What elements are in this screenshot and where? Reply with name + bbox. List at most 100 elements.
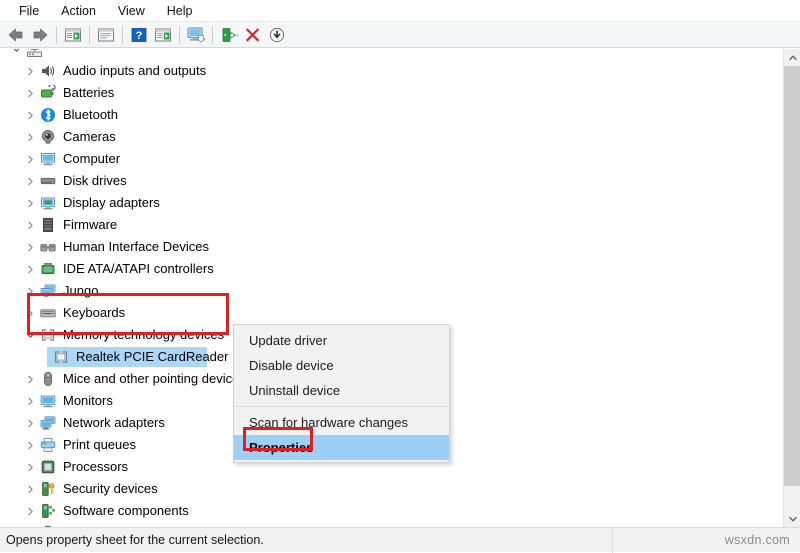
toolbar: ? <box>0 21 800 48</box>
tree-item-ide-ata-atapi-controllers[interactable]: IDE ATA/ATAPI controllers <box>0 258 772 280</box>
chevron-right-icon[interactable] <box>22 368 38 390</box>
tree-item-label: Mice and other pointing devices <box>63 370 246 388</box>
disable-device-icon[interactable] <box>265 23 289 46</box>
chevron-right-icon[interactable] <box>22 236 38 258</box>
tree-item-label: Realtek PCIE CardReader <box>76 348 228 366</box>
tree-item-keyboards[interactable]: Keyboards <box>0 302 772 324</box>
status-bar-right-pane: wsxdn.com <box>612 528 800 553</box>
toolbar-separator <box>122 26 123 44</box>
hid-icon <box>38 238 58 256</box>
tree-item-label: Audio inputs and outputs <box>63 62 206 80</box>
properties-icon[interactable] <box>94 23 118 46</box>
tree-item-firmware[interactable]: Firmware <box>0 214 772 236</box>
tree-item-audio-inputs-and-outputs[interactable]: Audio inputs and outputs <box>0 60 772 82</box>
tree-item-label: Processors <box>63 458 128 476</box>
tree-item-computer[interactable]: Computer <box>0 148 772 170</box>
menu-help[interactable]: Help <box>156 1 204 21</box>
forward-arrow-icon[interactable] <box>28 23 52 46</box>
update-driver-icon[interactable] <box>217 23 241 46</box>
chevron-right-icon[interactable] <box>22 60 38 82</box>
chevron-right-icon[interactable] <box>22 412 38 434</box>
context-menu-item-disable-device[interactable]: Disable device <box>234 353 449 378</box>
memory-device-icon <box>38 326 58 344</box>
tree-item-label: IDE ATA/ATAPI controllers <box>63 260 214 278</box>
scroll-down-arrow-icon[interactable] <box>784 510 800 527</box>
jungo-icon <box>38 282 58 300</box>
tree-item-disk-drives[interactable]: Disk drives <box>0 170 772 192</box>
chevron-right-icon[interactable] <box>22 434 38 456</box>
tree-item-jungo[interactable]: Jungo <box>0 280 772 302</box>
tree-item-label: Print queues <box>63 436 136 454</box>
computer-icon <box>38 150 58 168</box>
tree-item-label: Security devices <box>63 480 158 498</box>
mouse-icon <box>38 370 58 388</box>
chevron-right-icon[interactable] <box>22 170 38 192</box>
chevron-right-icon[interactable] <box>22 82 38 104</box>
update-display-icon[interactable] <box>184 23 208 46</box>
tree-item-label: Software components <box>63 502 189 520</box>
toolbar-separator <box>89 26 90 44</box>
tree-item-cameras[interactable]: Cameras <box>0 126 772 148</box>
status-bar: Opens property sheet for the current sel… <box>0 527 800 552</box>
menu-view[interactable]: View <box>107 1 156 21</box>
menu-bar: File Action View Help <box>0 0 800 21</box>
toolbar-separator <box>212 26 213 44</box>
battery-icon <box>38 84 58 102</box>
menu-file[interactable]: File <box>8 1 50 21</box>
tree-item-human-interface-devices[interactable]: Human Interface Devices <box>0 236 772 258</box>
show-hide-action-pane-icon[interactable] <box>151 23 175 46</box>
tree-item-label: Batteries <box>63 84 114 102</box>
memory-device-icon <box>51 348 71 366</box>
tree-item-batteries[interactable]: Batteries <box>0 82 772 104</box>
chevron-right-icon[interactable] <box>22 500 38 522</box>
context-menu-item-properties[interactable]: Properties <box>234 435 449 460</box>
display-adapter-icon <box>38 194 58 212</box>
tree-item-security-devices[interactable]: Security devices <box>0 478 772 500</box>
tree-item-label: Human Interface Devices <box>63 238 209 256</box>
context-menu-separator <box>235 406 448 407</box>
chevron-right-icon[interactable] <box>22 258 38 280</box>
tree-item-label: Disk drives <box>63 172 127 190</box>
uninstall-device-icon[interactable] <box>241 23 265 46</box>
vertical-scrollbar[interactable] <box>783 49 800 527</box>
chevron-right-icon[interactable] <box>22 148 38 170</box>
tree-item-label: Firmware <box>63 216 117 234</box>
network-adapter-icon <box>38 414 58 432</box>
scrollbar-thumb[interactable] <box>784 66 800 486</box>
tree-item-label: Monitors <box>63 392 113 410</box>
keyboard-icon <box>38 304 58 322</box>
printer-icon <box>38 436 58 454</box>
tree-item-display-adapters[interactable]: Display adapters <box>0 192 772 214</box>
software-component-icon <box>38 502 58 520</box>
tree-item-software-components[interactable]: Software components <box>0 500 772 522</box>
chevron-right-icon[interactable] <box>22 390 38 412</box>
chevron-right-icon[interactable] <box>22 126 38 148</box>
chevron-down-icon[interactable] <box>8 49 24 60</box>
tree-item-bluetooth[interactable]: Bluetooth <box>0 104 772 126</box>
chevron-right-icon[interactable] <box>22 456 38 478</box>
bluetooth-icon <box>38 106 58 124</box>
watermark-text: wsxdn.com <box>725 533 790 547</box>
toolbar-separator <box>56 26 57 44</box>
tree-root-node[interactable] <box>0 49 772 60</box>
show-hide-console-tree-icon[interactable] <box>61 23 85 46</box>
context-menu-item-scan-for-hardware-changes[interactable]: Scan for hardware changes <box>234 410 449 435</box>
menu-action[interactable]: Action <box>50 1 107 21</box>
scroll-up-arrow-icon[interactable] <box>784 49 800 66</box>
chevron-right-icon[interactable] <box>22 192 38 214</box>
context-menu: Update driver Disable device Uninstall d… <box>233 324 450 463</box>
context-menu-item-uninstall-device[interactable]: Uninstall device <box>234 378 449 403</box>
chevron-right-icon[interactable] <box>22 302 38 324</box>
chevron-right-icon[interactable] <box>22 478 38 500</box>
chevron-down-icon[interactable] <box>22 324 38 346</box>
chevron-right-icon[interactable] <box>22 104 38 126</box>
chevron-right-icon[interactable] <box>22 214 38 236</box>
context-menu-item-update-driver[interactable]: Update driver <box>234 328 449 353</box>
help-icon[interactable]: ? <box>127 23 151 46</box>
back-arrow-icon[interactable] <box>4 23 28 46</box>
disk-drive-icon <box>38 172 58 190</box>
chevron-right-icon[interactable] <box>22 280 38 302</box>
svg-text:?: ? <box>136 30 143 42</box>
processor-icon <box>38 458 58 476</box>
tree-item-label: Cameras <box>63 128 116 146</box>
